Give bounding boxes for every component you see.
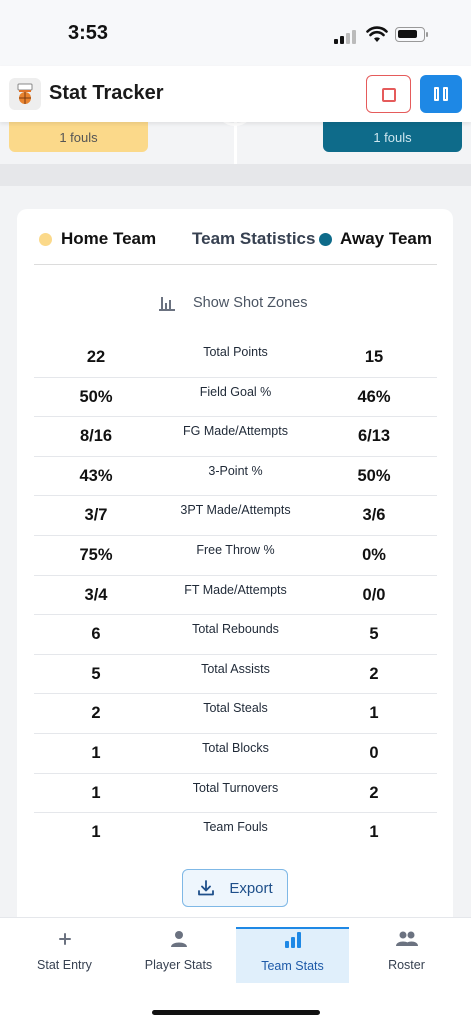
away-stat-value: 2 [369,664,379,683]
status-time: 3:53 [68,22,109,44]
away-team-dot [319,233,332,246]
home-stat-value: 75% [79,545,113,564]
stats-table: 22 Total Points 15 50% Field Goal % 46% 8/16 FG… [34,338,437,853]
show-shot-zones-label: Show Shot Zones [193,295,308,311]
stat-row: 3/7 3PT Made/Attempts 3/6 [34,496,437,536]
stat-row: 1 Total Blocks 0 [34,734,437,774]
away-stat-value: 0/0 [362,585,386,604]
home-stat-value: 50% [79,387,113,406]
people-icon [350,928,463,950]
stat-row: 1 Total Turnovers 2 [34,774,437,814]
away-stat-value: 0% [362,545,386,564]
bottom-tab-bar: Stat Entry Player Stats Team Stats Roste… [0,917,471,1024]
home-fouls-badge: 1 fouls [9,122,148,152]
home-stat-value: 5 [91,664,101,683]
away-stat-value: 50% [357,466,391,485]
away-fouls-badge: 1 fouls [323,122,462,152]
stat-label: 3PT Made/Attempts [180,503,291,518]
pause-button[interactable] [420,75,462,113]
stat-label: 3-Point % [208,463,263,478]
home-team-dot [39,233,52,246]
show-shot-zones-button[interactable]: Show Shot Zones [159,293,307,313]
signal-icon [334,28,358,44]
wifi-icon [366,26,388,42]
away-stat-value: 6/13 [357,427,391,446]
stat-row: 1 Team Fouls 1 [34,813,437,853]
tab-label: Roster [388,958,425,972]
stat-label: Total Turnovers [192,780,279,795]
stat-label: FT Made/Attempts [184,582,287,597]
home-stat-value: 6 [91,625,101,644]
download-icon [198,880,215,896]
stat-row: 3/4 FT Made/Attempts 0/0 [34,576,437,616]
home-stat-value: 8/16 [79,427,113,446]
status-bar: 3:53 [0,0,471,66]
stat-row: 50% Field Goal % 46% [34,378,437,418]
tab-label: Player Stats [144,958,213,972]
home-indicator [152,1010,320,1015]
home-stat-value: 3/4 [84,585,108,604]
court-strip: 1 fouls 1 fouls [0,122,471,164]
stat-row: 6 Total Rebounds 5 [34,615,437,655]
stop-icon [382,88,396,102]
stat-row: 22 Total Points 15 [34,338,437,378]
home-team-label: Home Team [61,229,157,248]
team-statistics-title: Team Statistics [192,229,316,248]
team-legend: Home Team Team Statistics Away Team [34,229,437,265]
stat-label: Total Steals [203,701,268,716]
stop-button[interactable] [366,75,411,113]
tab-player-stats[interactable]: Player Stats [122,928,235,983]
stat-row: 43% 3-Point % 50% [34,457,437,497]
away-stat-value: 15 [364,348,384,366]
plus-icon [8,928,121,950]
stat-label: Field Goal % [199,384,272,399]
stat-row: 5 Total Assists 2 [34,655,437,695]
bar-chart-icon [236,929,349,951]
court-center-line [234,122,237,164]
stat-label: Total Assists [201,661,270,676]
person-icon [122,928,235,950]
tab-team-stats[interactable]: Team Stats [236,927,349,983]
away-stat-value: 0 [369,743,379,762]
stat-row: 2 Total Steals 1 [34,694,437,734]
basketball-hoop-icon [9,78,41,110]
app-title: Stat Tracker [49,82,164,104]
stat-label: Team Fouls [203,820,268,835]
export-button[interactable]: Export [182,869,288,907]
away-stat-value: 3/6 [362,506,386,525]
team-stats-card: Home Team Team Statistics Away Team Show… [17,209,453,949]
stat-row: 8/16 FG Made/Attempts 6/13 [34,417,437,457]
stat-label: Total Blocks [202,740,269,755]
home-stat-value: 2 [91,704,101,723]
tab-label: Stat Entry [37,958,92,972]
stat-row: 75% Free Throw % 0% [34,536,437,576]
tab-roster[interactable]: Roster [350,928,463,983]
section-divider [0,164,471,186]
stat-label: Total Points [203,345,268,359]
stat-label: Total Rebounds [192,622,279,637]
bar-chart-icon [159,295,175,311]
home-stat-value: 1 [91,783,101,802]
home-stat-value: 1 [91,743,101,762]
export-label: Export [229,879,273,897]
home-stat-value: 43% [79,466,113,485]
tab-label: Team Stats [261,959,324,973]
away-stat-value: 2 [369,783,379,802]
app-header: Stat Tracker [0,66,471,122]
away-stat-value: 46% [357,387,391,406]
home-stat-value: 1 [91,823,101,842]
battery-icon [395,27,428,42]
stat-label: FG Made/Attempts [183,424,288,439]
away-stat-value: 5 [369,625,379,644]
stat-label: Free Throw % [196,542,275,557]
home-stat-value: 22 [86,348,106,366]
away-team-label: Away Team [340,229,432,248]
home-stat-value: 3/7 [84,506,108,525]
tab-stat-entry[interactable]: Stat Entry [8,928,121,983]
away-stat-value: 1 [369,704,379,723]
away-stat-value: 1 [369,823,379,842]
